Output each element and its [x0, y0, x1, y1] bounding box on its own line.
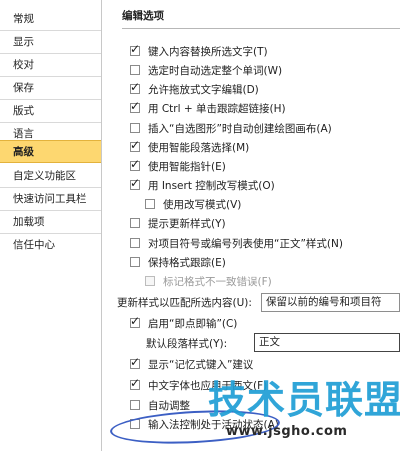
watermark-url: www.jsgho.com: [226, 424, 348, 439]
sidebar-item-quick-access-toolbar[interactable]: 快速访问工具栏: [0, 188, 101, 210]
checkmark-icon: ✓: [130, 176, 141, 190]
sidebar-item-trust-center[interactable]: 信任中心: [0, 234, 101, 256]
checkbox[interactable]: [130, 238, 140, 248]
sidebar-item-add-ins[interactable]: 加载项: [0, 211, 101, 233]
sidebar-item-save[interactable]: 保存: [0, 77, 101, 99]
sidebar-item-general[interactable]: 常规: [0, 8, 101, 30]
checkmark-icon: ✓: [130, 376, 141, 390]
checkbox[interactable]: [130, 123, 140, 133]
checkmark-icon: ✓: [130, 157, 141, 171]
sidebar-item-proofing[interactable]: 校对: [0, 54, 101, 76]
checkbox[interactable]: ✓: [130, 355, 140, 369]
sidebar-item-customize-ribbon[interactable]: 自定义功能区: [0, 165, 101, 187]
checkbox[interactable]: ✓: [130, 176, 140, 190]
checkbox[interactable]: ✓: [130, 99, 140, 113]
checkbox[interactable]: ✓: [130, 42, 140, 56]
checkbox[interactable]: [130, 400, 140, 410]
update-style-label: 更新样式以匹配所选内容(U):: [117, 297, 252, 309]
checkbox[interactable]: [145, 199, 155, 209]
default-paragraph-style-dropdown[interactable]: 正文: [254, 333, 400, 352]
checkbox[interactable]: [130, 257, 140, 267]
checkbox[interactable]: [145, 276, 155, 286]
default-paragraph-style-label: 默认段落样式(Y):: [146, 338, 228, 350]
checkmark-icon: ✓: [130, 99, 141, 113]
section-divider: [122, 28, 400, 29]
options-sidebar: 常规 显示 校对 保存 版式 语言 高级 自定义功能区 快速访问工具栏 加载项 …: [0, 0, 102, 451]
checkbox[interactable]: ✓: [130, 138, 140, 152]
checkmark-icon: ✓: [130, 138, 141, 152]
section-title: 编辑选项: [122, 10, 164, 22]
checkmark-icon: ✓: [130, 80, 141, 94]
update-style-dropdown[interactable]: 保留以前的编号和项目符: [261, 293, 400, 312]
checkmark-icon: ✓: [130, 355, 141, 369]
checkbox[interactable]: ✓: [130, 376, 140, 390]
checkbox[interactable]: ✓: [130, 314, 140, 328]
checkmark-icon: ✓: [130, 314, 141, 328]
checkmark-icon: ✓: [130, 42, 141, 56]
checkbox[interactable]: [130, 218, 140, 228]
checkbox[interactable]: ✓: [130, 157, 140, 171]
watermark-logo-text: 技术员联盟: [208, 378, 400, 422]
sidebar-item-display[interactable]: 显示: [0, 31, 101, 53]
checkbox[interactable]: [130, 65, 140, 75]
watermark: 技术员联盟 www.jsgho.com: [198, 376, 400, 446]
checkbox[interactable]: ✓: [130, 80, 140, 94]
sidebar-item-advanced[interactable]: 高级: [0, 140, 101, 163]
sidebar-item-layout[interactable]: 版式: [0, 100, 101, 122]
